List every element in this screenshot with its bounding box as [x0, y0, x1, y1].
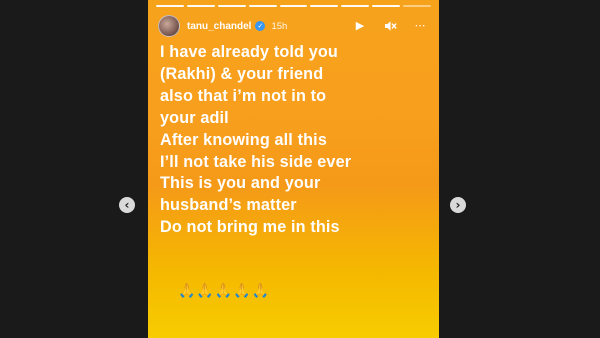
progress-segment — [403, 5, 432, 7]
story-viewer: ‹ tanu_chandel ✓ 15h ▶ ⋯ I have already … — [0, 0, 600, 338]
previous-story-button[interactable]: ‹ — [119, 197, 135, 213]
story-text: I have already told you (Rakhi) & your f… — [160, 42, 438, 239]
story-text-line: I’ll not take his side ever — [160, 152, 352, 171]
progress-segment — [156, 5, 184, 7]
more-options-icon[interactable]: ⋯ — [413, 19, 427, 33]
progress-segment — [248, 5, 277, 7]
progress-segment — [310, 5, 339, 7]
progress-segment — [372, 5, 401, 7]
progress-segment — [186, 5, 215, 7]
folded-hands-emojis: 🙏🙏🙏🙏🙏 — [178, 283, 271, 299]
progress-segment — [217, 5, 246, 7]
progress-segment — [341, 5, 370, 7]
story-text-line: also that i’m not in to — [160, 86, 327, 105]
story-text-line: I have already told you — [160, 43, 338, 61]
time-ago: 15h — [271, 20, 288, 32]
story-text-line: husband’s matter — [160, 196, 297, 215]
story-text-line: (Rakhi) & your friend — [160, 64, 324, 83]
story-progress-bar — [156, 5, 432, 7]
play-icon[interactable]: ▶ — [353, 19, 367, 33]
story-text-line: After knowing all this — [160, 130, 327, 149]
progress-segment — [279, 5, 308, 7]
next-story-button[interactable]: › — [450, 197, 466, 213]
story-text-line: your adil — [160, 108, 229, 127]
verified-badge-icon: ✓ — [255, 21, 266, 31]
mute-icon[interactable] — [383, 19, 397, 33]
story-controls: ▶ ⋯ — [353, 19, 431, 33]
story-card[interactable]: tanu_chandel ✓ 15h ▶ ⋯ I have already to… — [148, 0, 439, 338]
story-header: tanu_chandel ✓ 15h ▶ ⋯ — [158, 14, 431, 38]
story-text-line: This is you and your — [160, 174, 321, 193]
username[interactable]: tanu_chandel — [187, 21, 251, 32]
avatar[interactable] — [158, 15, 180, 37]
speaker-muted-icon — [384, 21, 396, 31]
story-text-line: Do not bring me in this — [160, 218, 340, 237]
